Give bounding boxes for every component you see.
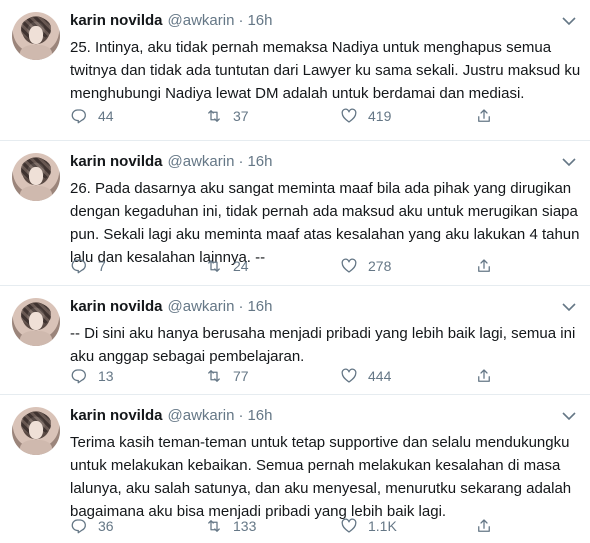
author-name[interactable]: karin novilda — [70, 153, 163, 170]
like-count: 278 — [368, 258, 392, 274]
reply-button[interactable]: 44 — [70, 106, 205, 126]
avatar[interactable] — [12, 407, 60, 455]
tweet-text: -- Di sini aku hanya berusaha menjadi pr… — [70, 322, 576, 368]
share-icon — [478, 109, 490, 122]
retweet-count: 37 — [233, 108, 249, 124]
chevron-down-icon[interactable] — [560, 409, 578, 423]
retweet-count: 24 — [233, 258, 249, 274]
reply-button[interactable]: 13 — [70, 366, 205, 386]
separator-dot: · — [238, 407, 244, 424]
retweet-icon — [208, 520, 220, 532]
retweet-button[interactable]: 24 — [205, 256, 340, 276]
tweet-actions: 7 24 278 — [70, 256, 590, 276]
tweet-header: karin novilda @awkarin · 16h — [70, 12, 272, 32]
tweet-text-line: 25. Intinya, aku tidak pernah memaksa Na… — [70, 39, 552, 56]
reply-count: 13 — [98, 368, 114, 384]
author-handle[interactable]: @awkarin — [168, 153, 235, 170]
retweet-icon — [208, 110, 220, 122]
tweet-header: karin novilda @awkarin · 16h — [70, 153, 272, 173]
tweet-text-line: Terima kasih teman-teman untuk tetap sup… — [70, 434, 570, 451]
reply-button[interactable]: 36 — [70, 516, 205, 536]
like-button[interactable]: 419 — [340, 106, 475, 126]
author-handle[interactable]: @awkarin — [168, 407, 235, 424]
separator-dot: · — [238, 298, 244, 315]
tweet[interactable]: karin novilda @awkarin · 16h -- Di sini … — [0, 286, 590, 395]
tweet-actions: 44 37 419 — [70, 106, 590, 126]
tweet-timestamp[interactable]: 16h — [247, 12, 272, 29]
separator-dot: · — [238, 153, 244, 170]
like-button[interactable]: 278 — [340, 256, 475, 276]
tweet-text-line: menghubungi Nadiya lewat DM adalah untuk… — [70, 85, 525, 102]
avatar[interactable] — [12, 12, 60, 60]
share-button[interactable] — [475, 256, 590, 276]
tweet-text-line: aku anggap sebagai pembelajaran. — [70, 348, 305, 365]
retweet-icon — [208, 370, 220, 382]
share-button[interactable] — [475, 516, 590, 536]
tweet-timestamp[interactable]: 16h — [247, 407, 272, 424]
like-count: 419 — [368, 108, 392, 124]
tweet-timeline: karin novilda @awkarin · 16h 25. Intinya… — [0, 0, 590, 543]
author-name[interactable]: karin novilda — [70, 298, 163, 315]
share-button[interactable] — [475, 106, 590, 126]
tweet-text-line: dengan kegaduhan ini, tidak pernah ada m… — [70, 203, 578, 220]
retweet-count: 77 — [233, 368, 249, 384]
reply-count: 36 — [98, 518, 114, 534]
tweet-header: karin novilda @awkarin · 16h — [70, 407, 272, 427]
reply-icon — [71, 519, 86, 534]
tweet-header: karin novilda @awkarin · 16h — [70, 298, 272, 318]
reply-count: 44 — [98, 108, 114, 124]
reply-button[interactable]: 7 — [70, 256, 205, 276]
tweet-timestamp[interactable]: 16h — [247, 153, 272, 170]
share-icon — [478, 259, 490, 272]
tweet[interactable]: karin novilda @awkarin · 16h 26. Pada da… — [0, 141, 590, 286]
reply-count: 7 — [98, 258, 106, 274]
author-handle[interactable]: @awkarin — [168, 298, 235, 315]
reply-icon — [71, 109, 86, 124]
share-button[interactable] — [475, 366, 590, 386]
avatar[interactable] — [12, 298, 60, 346]
tweet-text: 25. Intinya, aku tidak pernah memaksa Na… — [70, 36, 581, 105]
tweet-text-line: pun. Sekali lagi aku meminta maaf atas k… — [70, 226, 580, 243]
author-name[interactable]: karin novilda — [70, 12, 163, 29]
tweet-text-line: twitnya dan tidak ada tuntutan dari Lawy… — [70, 62, 581, 79]
reply-icon — [71, 259, 86, 274]
retweet-button[interactable]: 77 — [205, 366, 340, 386]
share-icon — [478, 519, 490, 532]
tweet-actions: 36 133 1.1K — [70, 516, 590, 536]
tweet[interactable]: karin novilda @awkarin · 16h Terima kasi… — [0, 395, 590, 543]
tweet-text-line: 26. Pada dasarnya aku sangat meminta maa… — [70, 180, 572, 197]
heart-icon — [341, 368, 357, 383]
retweet-count: 133 — [233, 518, 257, 534]
separator-dot: · — [238, 12, 244, 29]
tweet-timestamp[interactable]: 16h — [247, 298, 272, 315]
like-count: 444 — [368, 368, 392, 384]
tweet[interactable]: karin novilda @awkarin · 16h 25. Intinya… — [0, 0, 590, 141]
chevron-down-icon[interactable] — [560, 155, 578, 169]
chevron-down-icon[interactable] — [560, 14, 578, 28]
tweet-text-line: -- Di sini aku hanya berusaha menjadi pr… — [70, 325, 576, 342]
tweet-text: Terima kasih teman-teman untuk tetap sup… — [70, 431, 576, 523]
retweet-button[interactable]: 133 — [205, 516, 340, 536]
like-count: 1.1K — [368, 518, 397, 534]
heart-icon — [341, 258, 357, 273]
tweet-text-line: untuk melakukan kebaikan. Semua pernah m… — [70, 457, 561, 474]
share-icon — [478, 369, 490, 382]
author-handle[interactable]: @awkarin — [168, 12, 235, 29]
tweet-text-line: lalunya, aku salah satunya, dan aku meny… — [70, 480, 572, 497]
chevron-down-icon[interactable] — [560, 300, 578, 314]
like-button[interactable]: 1.1K — [340, 516, 475, 536]
retweet-icon — [208, 260, 220, 272]
heart-icon — [341, 108, 357, 123]
retweet-button[interactable]: 37 — [205, 106, 340, 126]
reply-icon — [71, 369, 86, 384]
like-button[interactable]: 444 — [340, 366, 475, 386]
author-name[interactable]: karin novilda — [70, 407, 163, 424]
heart-icon — [341, 518, 357, 533]
avatar[interactable] — [12, 153, 60, 201]
tweet-actions: 13 77 444 — [70, 366, 590, 386]
